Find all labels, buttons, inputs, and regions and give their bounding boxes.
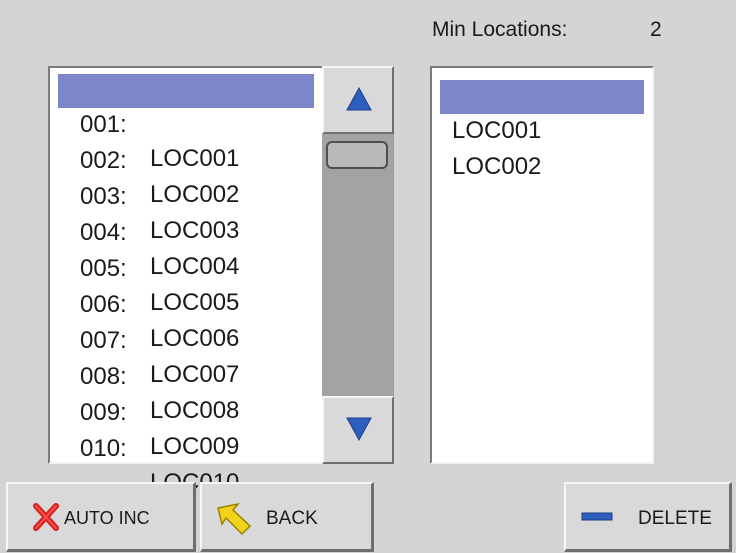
delete-label: DELETE xyxy=(638,508,712,529)
item-name: LOC002 xyxy=(452,153,542,180)
scroll-down-button[interactable] xyxy=(322,396,394,464)
list-item[interactable]: 010: LOC010 xyxy=(58,398,314,496)
list-item[interactable]: 003: LOC003 xyxy=(58,146,314,244)
selected-location-list[interactable]: LOC001 LOC002 xyxy=(430,66,654,464)
triangle-down-icon xyxy=(346,417,372,442)
list-item[interactable]: 009: LOC009 xyxy=(58,362,314,460)
list-item[interactable]: 002: LOC002 xyxy=(58,110,314,208)
minus-icon xyxy=(581,512,613,521)
item-name: LOC009 xyxy=(150,433,240,460)
item-number: 010: xyxy=(80,435,127,462)
back-label: BACK xyxy=(266,508,318,529)
list-item[interactable]: 006: LOC006 xyxy=(58,254,314,352)
min-locations: Min Locations: 2 xyxy=(432,18,662,42)
auto-inc-label: AUTO INC xyxy=(64,508,150,528)
location-list[interactable]: 001: LOC001 002: LOC002 003: LOC003 004:… xyxy=(48,66,324,496)
yellow-back-arrow-icon xyxy=(217,502,252,536)
list-item[interactable]: 007: LOC007 xyxy=(58,290,314,388)
auto-inc-button[interactable]: AUTO INC xyxy=(6,482,196,552)
list-item[interactable]: 004: LOC004 xyxy=(58,182,314,280)
list-item[interactable]: 005: LOC005 xyxy=(58,218,314,316)
min-locations-label: Min Locations: xyxy=(432,18,568,41)
list-item[interactable]: LOC001 xyxy=(440,80,644,144)
list-item[interactable]: LOC002 xyxy=(440,116,644,180)
scroll-up-button[interactable] xyxy=(322,66,394,134)
triangle-up-icon xyxy=(346,86,372,111)
delete-button[interactable]: DELETE xyxy=(564,482,732,552)
list-item[interactable]: 001: LOC001 xyxy=(58,74,314,172)
min-locations-value: 2 xyxy=(650,18,662,41)
list-item[interactable]: 008: LOC008 xyxy=(58,326,314,424)
scrollbar-thumb[interactable] xyxy=(326,141,388,169)
back-button[interactable]: BACK xyxy=(200,482,374,552)
red-x-icon xyxy=(33,503,59,531)
